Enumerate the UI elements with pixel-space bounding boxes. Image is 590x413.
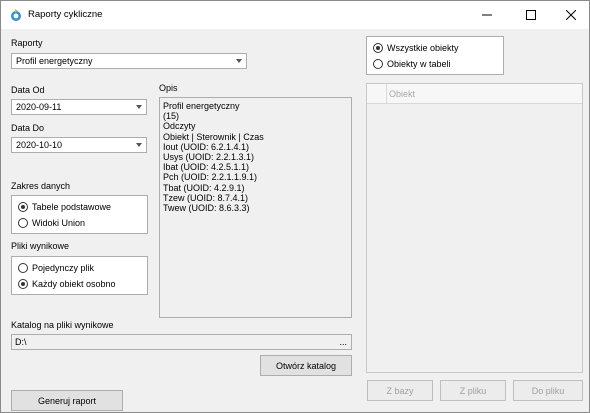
output-files-label: Pliki wynikowe xyxy=(11,241,70,251)
radio-label: Każdy obiekt osobno xyxy=(32,279,116,289)
radio-single-file[interactable]: Pojedynczy plik xyxy=(18,263,94,273)
radio-union-views[interactable]: Widoki Union xyxy=(18,218,85,228)
date-from-label: Data Od xyxy=(11,85,45,95)
report-window: Raporty cykliczne Raporty Profil energet… xyxy=(0,0,590,413)
from-database-button[interactable]: Z bazy xyxy=(367,380,433,401)
reports-select-value: Profil energetyczny xyxy=(16,56,93,66)
radio-checked-icon xyxy=(18,279,28,289)
reports-select[interactable]: Profil energetyczny xyxy=(11,53,247,69)
date-from-picker[interactable]: 2020-09-11 xyxy=(11,99,147,115)
radio-checked-icon xyxy=(373,43,383,53)
radio-unchecked-icon xyxy=(18,263,28,273)
app-icon xyxy=(11,9,21,21)
radio-unchecked-icon xyxy=(373,59,383,69)
data-range-group: Tabele podstawowe Widoki Union xyxy=(11,195,148,234)
minimize-icon xyxy=(482,14,492,16)
window-title: Raporty cykliczne xyxy=(28,9,103,20)
description-line: Ibat (UOID: 4.2.5.1.1) xyxy=(163,162,250,173)
description-line: Iout (UOID: 6.2.1.4.1) xyxy=(163,141,250,152)
to-file-button[interactable]: Do pliku xyxy=(513,380,583,401)
reports-label: Raporty xyxy=(11,38,43,48)
objects-grid[interactable]: Obiekt xyxy=(366,83,583,373)
output-dir-value: D:\ xyxy=(15,337,27,347)
description-line: Profil energetyczny xyxy=(163,101,240,111)
radio-label: Wszystkie obiekty xyxy=(387,43,459,53)
radio-label: Widoki Union xyxy=(32,218,86,228)
from-file-button[interactable]: Z pliku xyxy=(440,380,506,401)
description-line: Tzew (UOID: 8.7.4.1) xyxy=(163,192,249,203)
date-to-picker[interactable]: 2020-10-10 xyxy=(11,137,147,153)
radio-label: Pojedynczy plik xyxy=(32,263,95,273)
description-line: Obiekt | Sterownik | Czas xyxy=(163,131,264,142)
date-from-value: 2020-09-11 xyxy=(16,102,62,112)
close-button[interactable] xyxy=(551,1,590,29)
description-line: Usys (UOID: 2.2.1.3.1) xyxy=(163,152,255,163)
date-to-value: 2020-10-10 xyxy=(16,140,63,150)
chevron-down-icon xyxy=(136,105,142,109)
output-dir-label: Katalog na pliki wynikowe xyxy=(11,320,114,330)
output-files-group: Pojedynczy plik Każdy obiekt osobno xyxy=(11,256,148,295)
output-dir-field[interactable]: D:\ ... xyxy=(11,334,352,350)
chevron-down-icon xyxy=(136,143,142,147)
description-line: Pch (UOID: 2.2.1.1.9.1) xyxy=(163,172,258,183)
data-range-label: Zakres danych xyxy=(11,181,71,191)
maximize-icon xyxy=(526,10,536,20)
description-line: Odczyty xyxy=(163,121,196,132)
description-line: Tbat (UOID: 4.2.9.1) xyxy=(163,182,245,193)
description-box: Profil energetyczny (15) Odczyty Obiekt … xyxy=(159,97,352,318)
title-bar: Raporty cykliczne xyxy=(1,1,589,29)
description-line: (15) xyxy=(163,111,180,122)
radio-base-tables[interactable]: Tabele podstawowe xyxy=(18,202,111,212)
grid-header: Obiekt xyxy=(367,84,582,104)
description-label: Opis xyxy=(159,83,178,93)
grid-column-object[interactable]: Obiekt xyxy=(387,84,582,104)
radio-unchecked-icon xyxy=(18,218,28,228)
close-icon xyxy=(566,10,576,20)
objects-scope-group: Wszystkie obiekty Obiekty w tabeli xyxy=(366,36,504,75)
radio-checked-icon xyxy=(18,202,28,212)
maximize-button[interactable] xyxy=(511,1,551,29)
grid-corner[interactable] xyxy=(367,84,387,104)
open-directory-button[interactable]: Otwórz katalog xyxy=(260,355,352,376)
description-line: Twew (UOID: 8.6.3.3) xyxy=(163,203,250,214)
minimize-button[interactable] xyxy=(467,1,507,29)
radio-label: Obiekty w tabeli xyxy=(387,59,451,69)
date-to-label: Data Do xyxy=(11,123,45,133)
radio-label: Tabele podstawowe xyxy=(32,202,112,212)
radio-all-objects[interactable]: Wszystkie obiekty xyxy=(373,43,459,53)
radio-table-objects[interactable]: Obiekty w tabeli xyxy=(373,59,451,69)
chevron-down-icon xyxy=(236,59,242,63)
radio-each-object[interactable]: Każdy obiekt osobno xyxy=(18,279,116,289)
generate-report-button[interactable]: Generuj raport xyxy=(11,390,123,411)
browse-button[interactable]: ... xyxy=(339,335,347,349)
